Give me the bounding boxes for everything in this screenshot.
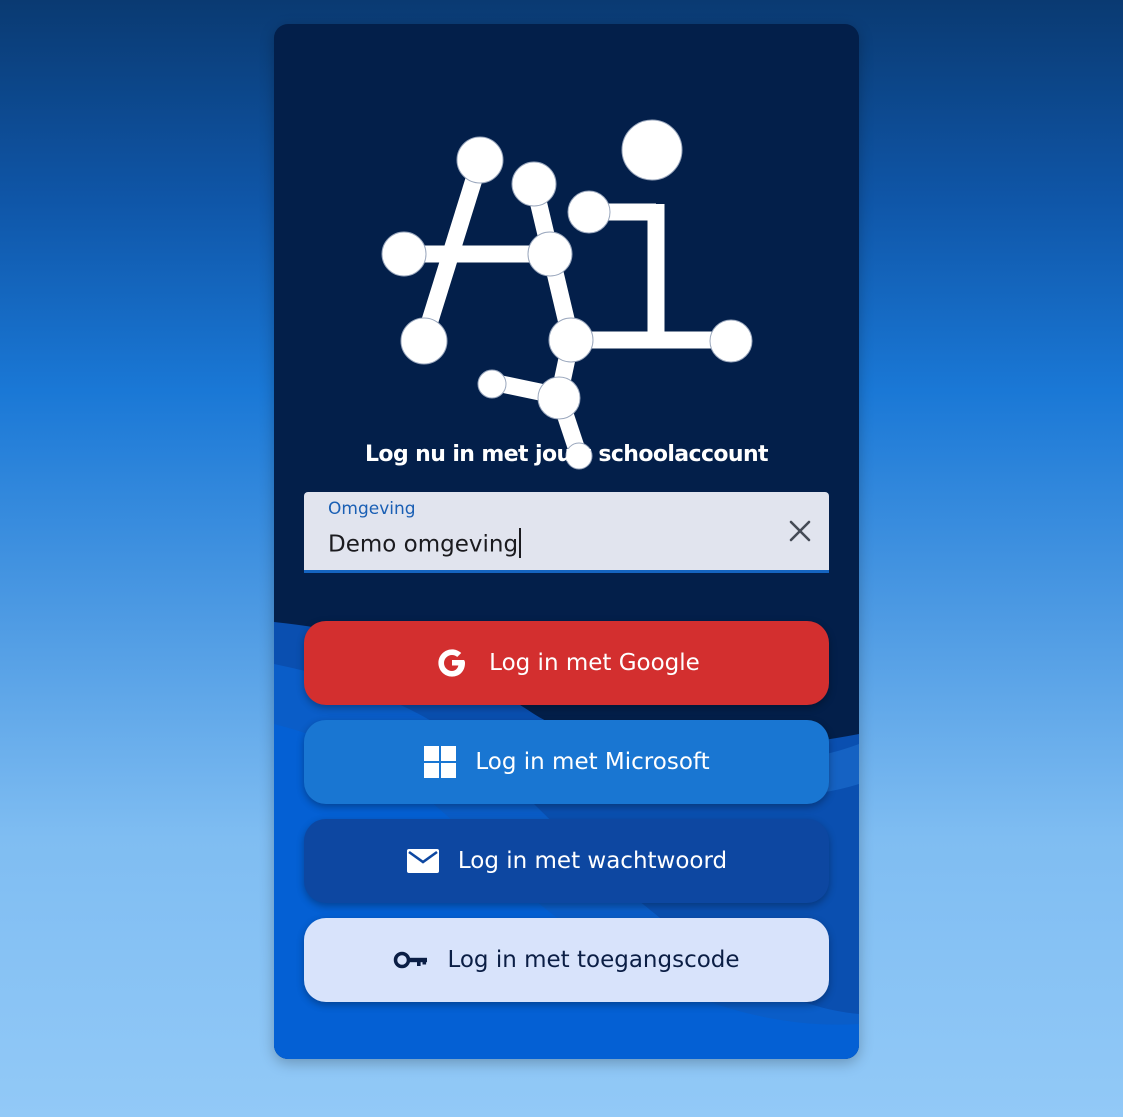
environment-input[interactable]: Demo omgeving: [328, 528, 522, 560]
microsoft-login-button[interactable]: Log in met Microsoft: [304, 720, 829, 804]
mail-icon: [406, 849, 439, 873]
key-icon: [394, 951, 428, 969]
google-icon: [438, 649, 466, 677]
access-code-login-button[interactable]: Log in met toegangscode: [304, 918, 829, 1002]
password-login-button[interactable]: Log in met wachtwoord: [304, 819, 829, 903]
text-caret: [519, 528, 522, 558]
password-login-label: Log in met wachtwoord: [457, 848, 728, 874]
login-title: Log nu in met jouw schoolaccount: [365, 442, 769, 467]
windows-icon: [424, 746, 457, 778]
environment-field[interactable]: Omgeving Demo omgeving: [304, 492, 829, 573]
google-login-button[interactable]: Log in met Google: [304, 621, 829, 705]
ai-network-logo: [381, 119, 753, 470]
environment-value: Demo omgeving: [328, 531, 519, 558]
close-icon[interactable]: [787, 518, 813, 544]
access-code-login-label: Log in met toegangscode: [447, 947, 740, 973]
login-card: Log nu in met jouw schoolaccount Omgevin…: [274, 24, 859, 1059]
google-login-label: Log in met Google: [489, 650, 700, 676]
microsoft-login-label: Log in met Microsoft: [475, 749, 710, 775]
environment-label: Omgeving: [328, 499, 416, 519]
